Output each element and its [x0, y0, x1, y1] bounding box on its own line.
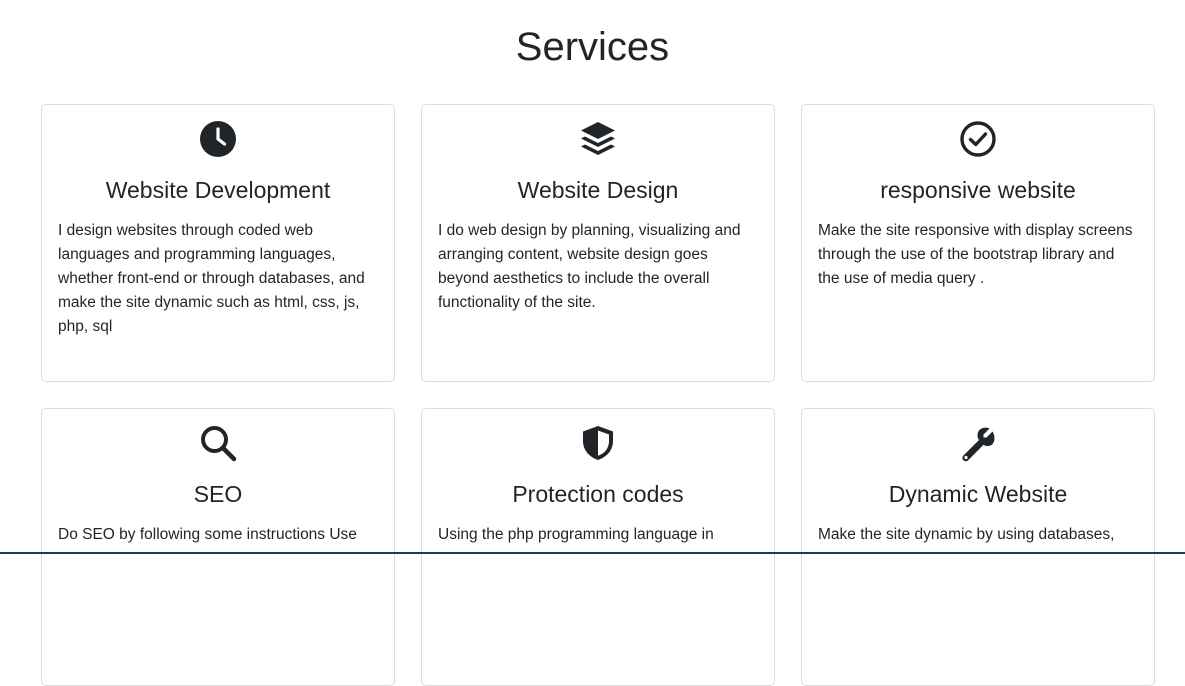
service-card-seo: SEO Do SEO by following some instruction…	[41, 408, 395, 686]
service-card-dynamic-website: Dynamic Website Make the site dynamic by…	[801, 408, 1155, 686]
service-card-website-design: Website Design I do web design by planni…	[421, 104, 775, 382]
service-card-responsive-website: responsive website Make the site respons…	[801, 104, 1155, 382]
card-title: responsive website	[880, 177, 1076, 203]
card-text: Do SEO by following some instructions Us…	[58, 526, 357, 543]
card-title: Website Development	[105, 177, 331, 203]
clock-icon	[42, 119, 394, 159]
card-text: Make the site dynamic by using databases…	[818, 526, 1115, 543]
search-icon	[42, 423, 394, 463]
service-card-website-development: Website Development I design websites th…	[41, 104, 395, 382]
card-text: Using the php programming language in	[438, 526, 714, 543]
card-title: SEO	[193, 481, 243, 507]
card-title: Protection codes	[512, 481, 684, 507]
shield-icon	[422, 423, 774, 463]
check-circle-icon	[802, 119, 1154, 159]
card-text: Make the site responsive with display sc…	[818, 222, 1133, 287]
service-card-protection-codes: Protection codes Using the php programmi…	[421, 408, 775, 686]
card-title: Dynamic Website	[888, 481, 1068, 507]
card-text: I do web design by planning, visualizing…	[438, 222, 741, 311]
card-title: Website Design	[517, 177, 679, 203]
wrench-icon	[802, 423, 1154, 463]
layers-icon	[422, 119, 774, 159]
section-title: Services	[515, 25, 670, 69]
card-text: I design websites through coded web lang…	[58, 222, 365, 335]
